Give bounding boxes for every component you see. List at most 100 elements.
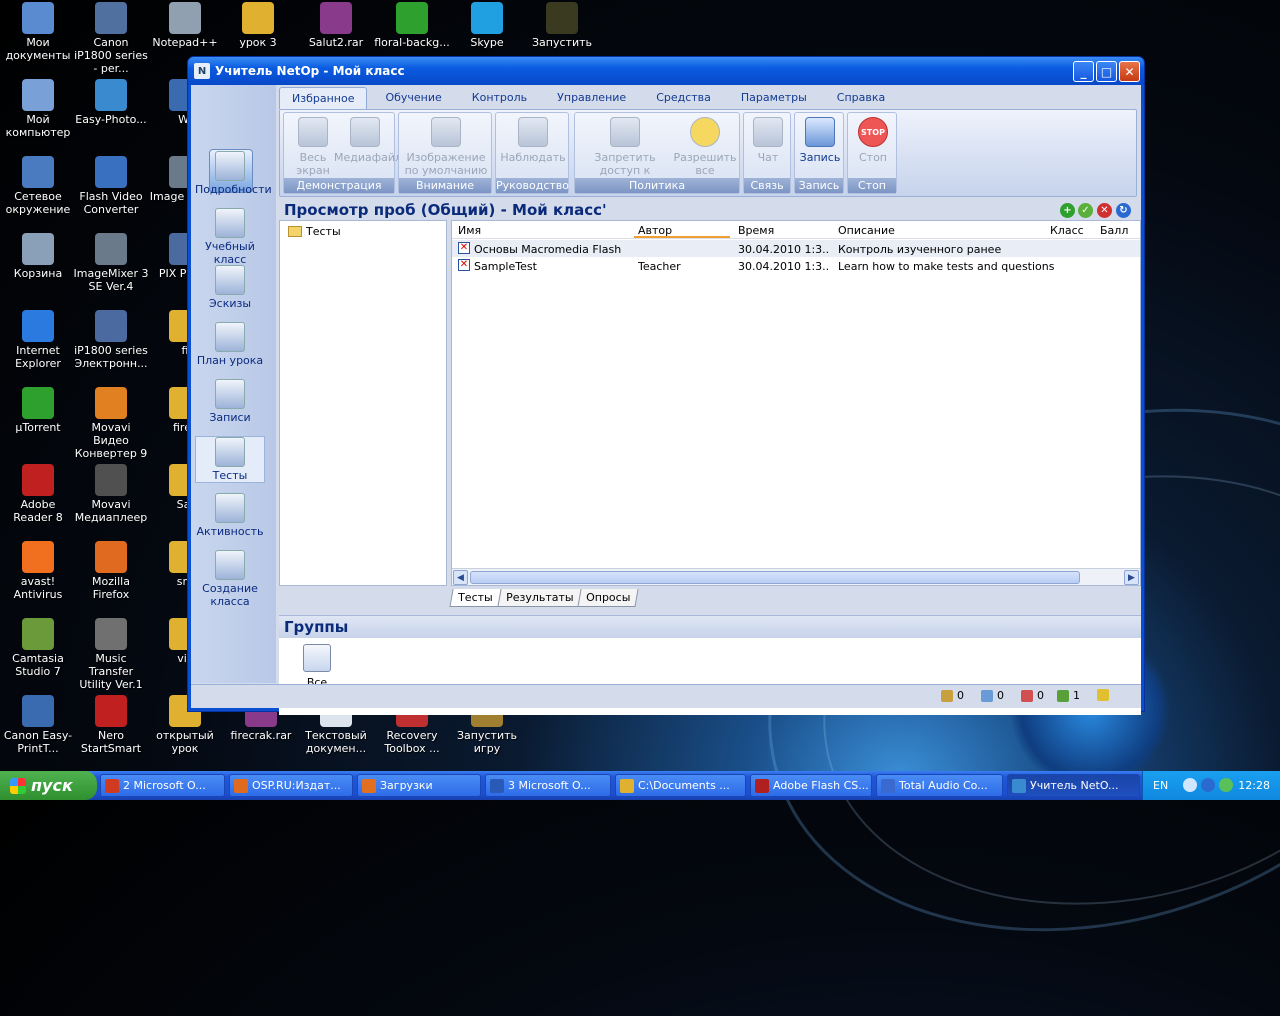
taskbar-item[interactable]: 3 Microsoft O...: [485, 774, 611, 797]
window-titlebar[interactable]: N Учитель NetOp - Мой класс _ □ ✕: [188, 57, 1144, 85]
table-row[interactable]: ✕ SampleTest Teacher 30.04.2010 1:3... L…: [452, 257, 1140, 274]
col-description[interactable]: Описание: [838, 224, 895, 237]
desktop-icon[interactable]: Сетевое окружение: [0, 156, 76, 216]
desktop-icon[interactable]: Camtasia Studio 7: [0, 618, 76, 678]
scroll-thumb[interactable]: [470, 571, 1080, 584]
activity-icon: [1057, 689, 1069, 702]
clock[interactable]: 12:28: [1238, 779, 1270, 792]
language-indicator[interactable]: EN: [1153, 779, 1168, 792]
scroll-right-icon[interactable]: ▶: [1124, 570, 1139, 585]
taskbar-item[interactable]: C:\Documents ...: [615, 774, 746, 797]
desktop-icon[interactable]: Canon Easy-PrintT...: [0, 695, 76, 755]
ribbon-group-attention: Изображение по умолчанию Внимание: [398, 112, 492, 194]
desktop-icon[interactable]: Flash Video Converter: [73, 156, 149, 216]
desktop-icon[interactable]: ImageMixer 3 SE Ver.4: [73, 233, 149, 293]
col-name[interactable]: Имя: [458, 224, 481, 237]
shortcut-icon: [95, 387, 127, 419]
tab-favorites[interactable]: Избранное: [279, 87, 368, 109]
tab-control[interactable]: Контроль: [460, 87, 539, 109]
desktop-icon[interactable]: Мои документы: [0, 2, 76, 62]
tab-tests[interactable]: Тесты: [449, 589, 502, 607]
nav-item[interactable]: План урока: [195, 322, 265, 367]
tree-node-tests[interactable]: Тесты: [288, 225, 341, 238]
start-button[interactable]: пуск: [0, 771, 97, 800]
shortcut-icon: [396, 2, 428, 34]
desktop-icon[interactable]: Movavi Видео Конвертер 9: [73, 387, 149, 460]
desktop-icon[interactable]: Notepad++: [147, 2, 223, 49]
delete-icon[interactable]: ✕: [1097, 203, 1112, 218]
tab-help[interactable]: Справка: [825, 87, 897, 109]
desktop-icon[interactable]: iP1800 series Электронн...: [73, 310, 149, 370]
taskbar-item[interactable]: Учитель NetO...: [1007, 774, 1140, 797]
col-score[interactable]: Балл: [1100, 224, 1128, 237]
nav-item[interactable]: Эскизы: [195, 265, 265, 310]
tab-results[interactable]: Результаты: [497, 589, 582, 607]
tab-settings[interactable]: Параметры: [729, 87, 819, 109]
group-label: Запись: [795, 178, 843, 193]
taskbar-item[interactable]: Загрузки: [357, 774, 481, 797]
record-button[interactable]: Запись: [797, 117, 843, 164]
tab-surveys[interactable]: Опросы: [577, 589, 640, 607]
scroll-left-icon[interactable]: ◀: [453, 570, 468, 585]
tab-management[interactable]: Управление: [545, 87, 638, 109]
check-icon[interactable]: ✓: [1078, 203, 1093, 218]
desktop-icon[interactable]: Music Transfer Utility Ver.1: [73, 618, 149, 691]
nav-icon: [215, 437, 245, 467]
stop-button[interactable]: STOP Стоп: [850, 117, 896, 164]
taskbar-item[interactable]: 2 Microsoft O...: [100, 774, 225, 797]
desktop-icon[interactable]: Mozilla Firefox: [73, 541, 149, 601]
chat-button[interactable]: Чат: [746, 117, 790, 164]
tab-tools[interactable]: Средства: [644, 87, 723, 109]
nav-item[interactable]: Учебный класс: [195, 208, 265, 266]
desktop-icon[interactable]: Запустить: [524, 2, 600, 49]
taskbar-item[interactable]: Adobe Flash CS...: [750, 774, 872, 797]
desktop-icon-label: Canon iP1800 series - per...: [74, 36, 148, 75]
nav-item[interactable]: Записи: [195, 379, 265, 424]
fullscreen-button[interactable]: Весь экран: [288, 117, 338, 177]
desktop-icon[interactable]: Мой компьютер: [0, 79, 76, 139]
ribbon-group-comm: Чат Связь: [743, 112, 791, 194]
add-icon[interactable]: +: [1060, 203, 1075, 218]
shortcut-icon: [95, 79, 127, 111]
table-row[interactable]: ✕ Основы Macromedia Flash 30.04.2010 1:3…: [452, 240, 1140, 257]
bottom-tabs: Тесты Результаты Опросы: [449, 589, 640, 607]
desktop-icon[interactable]: Canon iP1800 series - per...: [73, 2, 149, 75]
desktop-icon[interactable]: Easy-Photo...: [73, 79, 149, 126]
minimize-button[interactable]: _: [1073, 61, 1094, 82]
tray-icon[interactable]: [1219, 778, 1233, 792]
group-all[interactable]: Все: [297, 644, 337, 689]
nav-item[interactable]: Создание класса: [195, 550, 265, 608]
desktop-icon[interactable]: урок 3: [220, 2, 296, 49]
desktop-icon[interactable]: µTorrent: [0, 387, 76, 434]
test-icon: ✕: [458, 259, 470, 271]
desktop-icon[interactable]: Internet Explorer: [0, 310, 76, 370]
mediafile-button[interactable]: Медиафайл: [334, 117, 402, 164]
tab-learning[interactable]: Обучение: [373, 87, 453, 109]
taskbar-item[interactable]: Total Audio Co...: [876, 774, 1003, 797]
col-class[interactable]: Класс: [1050, 224, 1084, 237]
desktop-icon[interactable]: Salut2.rar: [298, 2, 374, 49]
refresh-icon[interactable]: ↻: [1116, 203, 1131, 218]
desktop-icon[interactable]: Nero StartSmart: [73, 695, 149, 755]
maximize-button[interactable]: □: [1096, 61, 1117, 82]
close-button[interactable]: ✕: [1119, 61, 1140, 82]
nav-item[interactable]: Подробности: [195, 151, 272, 196]
tray-icon[interactable]: [1201, 778, 1215, 792]
nav-item[interactable]: Тесты: [195, 436, 265, 483]
desktop-icon[interactable]: Skype: [449, 2, 525, 49]
desktop-icon[interactable]: Movavi Медиаплеер: [73, 464, 149, 524]
desktop-icon[interactable]: Корзина: [0, 233, 76, 280]
desktop-icon[interactable]: floral-backg...: [374, 2, 450, 49]
tray-icon[interactable]: [1183, 778, 1197, 792]
col-time[interactable]: Время: [738, 224, 774, 237]
taskbar-item[interactable]: OSP.RU:Издат...: [229, 774, 353, 797]
desktop-icon[interactable]: avast! Antivirus: [0, 541, 76, 601]
observe-button[interactable]: Наблюдать: [498, 117, 568, 164]
horizontal-scrollbar[interactable]: ◀ ▶: [452, 568, 1140, 585]
shortcut-icon: [320, 2, 352, 34]
allow-all-button[interactable]: Разрешить все: [673, 117, 737, 177]
nav-item[interactable]: Активность: [195, 493, 265, 538]
chat-icon: [753, 117, 783, 147]
default-image-button[interactable]: Изображение по умолчанию: [403, 117, 489, 177]
desktop-icon[interactable]: Adobe Reader 8: [0, 464, 76, 524]
